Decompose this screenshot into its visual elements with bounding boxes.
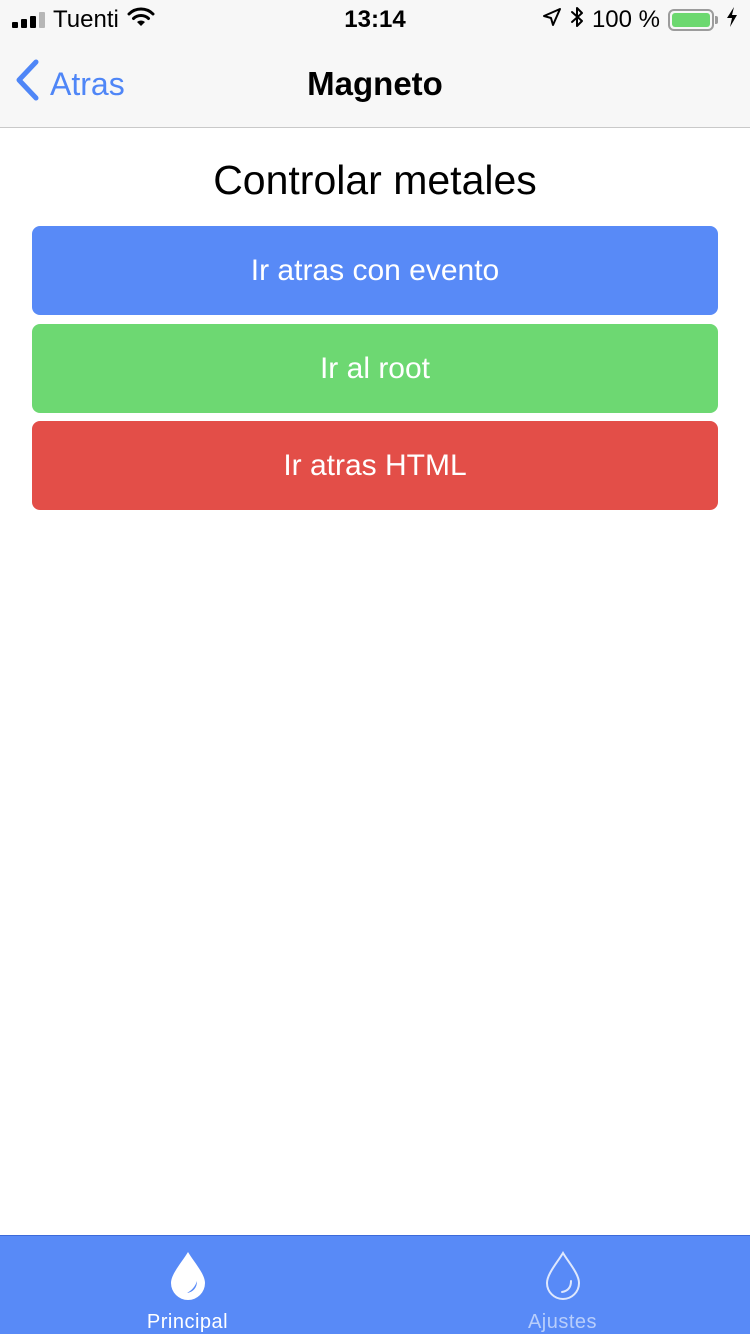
tab-bar: Principal Ajustes [0,1235,750,1334]
battery-percentage: 100 % [591,6,660,33]
charging-bolt-icon [726,6,738,34]
tab-ajustes-label: Ajustes [527,1311,598,1333]
status-bar-right: 100 % [542,6,738,35]
go-root-label: Ir al root [319,351,431,385]
back-button[interactable]: Atras [14,40,125,128]
water-drop-filled-icon [168,1250,208,1305]
tab-ajustes[interactable]: Ajustes [375,1236,750,1334]
go-back-html-button[interactable]: Ir atras HTML [32,421,718,510]
carrier-label: Tuenti [53,6,119,33]
water-drop-outline-icon [543,1250,583,1305]
go-back-event-label: Ir atras con evento [250,253,500,287]
tab-principal[interactable]: Principal [0,1236,375,1334]
tab-principal-label: Principal [146,1311,229,1333]
navigation-bar: Atras Magneto [0,40,750,128]
go-back-html-label: Ir atras HTML [283,448,467,482]
go-root-button[interactable]: Ir al root [32,324,718,413]
location-arrow-icon [542,6,562,34]
status-bar: Tuenti 13:14 100 % [0,0,750,40]
battery-fill [672,13,710,27]
chevron-left-icon [14,58,40,110]
signal-icon [12,12,45,28]
wifi-icon [127,6,155,35]
status-bar-left: Tuenti [12,6,155,35]
app-screen: Tuenti 13:14 100 % Atras Magneto Control… [0,0,750,1334]
page-title: Controlar metales [213,157,537,203]
bluetooth-icon [570,6,584,35]
battery-icon [668,9,718,31]
back-label: Atras [50,65,125,102]
go-back-event-button[interactable]: Ir atras con evento [32,226,718,315]
